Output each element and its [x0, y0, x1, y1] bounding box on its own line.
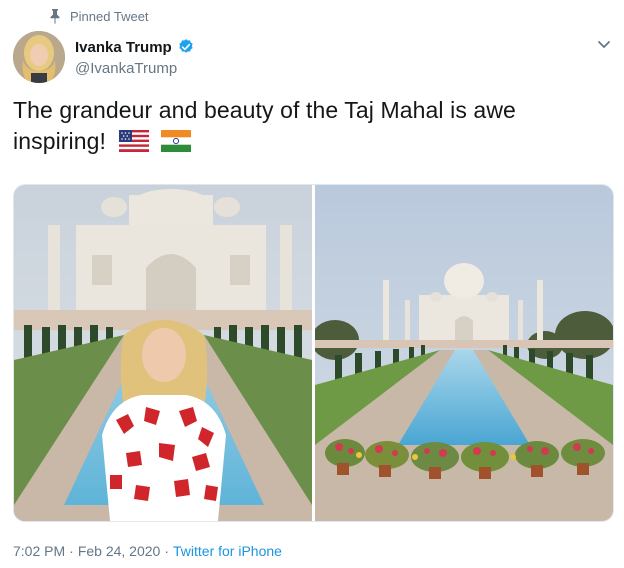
us-flag-icon [118, 130, 149, 152]
tweet-card[interactable]: Pinned Tweet Ivanka Trump @IvankaTrump T… [0, 0, 624, 568]
tweet-source-link[interactable]: Twitter for iPhone [173, 543, 282, 559]
tweet-text-block: The grandeur and beauty of the Taj Mahal… [13, 95, 573, 157]
tweet-meta: 7:02 PM · Feb 24, 2020 · Twitter for iPh… [13, 543, 282, 559]
meta-separator-2: · [164, 543, 169, 559]
avatar-image [13, 31, 65, 83]
photo-taj-mahal-portrait[interactable] [14, 185, 312, 521]
tweet-media[interactable] [13, 184, 614, 522]
tweet-date[interactable]: Feb 24, 2020 [78, 543, 161, 559]
pinned-indicator: Pinned Tweet [48, 8, 149, 24]
tweet-time[interactable]: 7:02 PM [13, 543, 65, 559]
india-flag-icon [161, 130, 192, 152]
pin-icon [50, 9, 60, 24]
author-name-row[interactable]: Ivanka Trump [75, 38, 195, 56]
photo-taj-mahal-landscape[interactable] [315, 185, 613, 521]
avatar[interactable] [13, 31, 65, 83]
author-handle[interactable]: @IvankaTrump [75, 60, 177, 77]
chevron-down-icon[interactable] [596, 38, 612, 52]
verified-badge-icon [179, 39, 193, 53]
meta-separator: · [69, 543, 74, 559]
author-display-name[interactable]: Ivanka Trump [75, 39, 172, 56]
tweet-text: The grandeur and beauty of the Taj Mahal… [13, 97, 516, 154]
pinned-label: Pinned Tweet [70, 8, 149, 24]
